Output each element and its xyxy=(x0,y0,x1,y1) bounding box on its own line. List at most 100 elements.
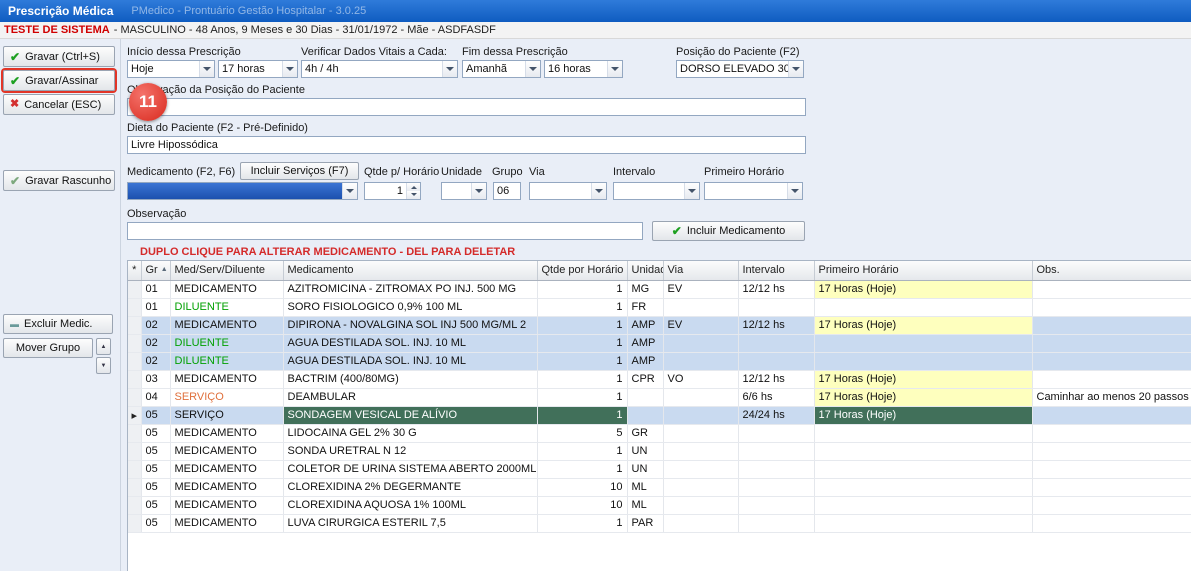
gravar-button[interactable]: ✔ Gravar (Ctrl+S) xyxy=(3,46,115,67)
medicamento-combo[interactable] xyxy=(127,182,358,200)
table-row[interactable]: 02DILUENTEAGUA DESTILADA SOL. INJ. 10 ML… xyxy=(128,352,1191,370)
table-row[interactable]: ▸05SERVIÇOSONDAGEM VESICAL DE ALÍVIO124/… xyxy=(128,406,1191,424)
cell-intervalo: 24/24 hs xyxy=(738,406,814,424)
table-row[interactable]: 05MEDICAMENTOSONDA URETRAL N 121UN xyxy=(128,442,1191,460)
gravar-assinar-label: Gravar/Assinar xyxy=(25,75,98,87)
cell-obs xyxy=(1032,478,1191,496)
cell-unidade: AMP xyxy=(627,352,663,370)
inicio-hora-combo[interactable]: 17 horas xyxy=(218,60,298,78)
via-label: Via xyxy=(529,166,545,178)
cell-qtde: 1 xyxy=(537,514,627,532)
cell-unidade: CPR xyxy=(627,370,663,388)
qtde-value: 1 xyxy=(365,183,406,199)
table-row[interactable]: 02DILUENTEAGUA DESTILADA SOL. INJ. 10 ML… xyxy=(128,334,1191,352)
cell-medicamento: SONDAGEM VESICAL DE ALÍVIO xyxy=(283,406,537,424)
mover-grupo-label: Mover Grupo xyxy=(16,342,80,354)
cell-unidade: AMP xyxy=(627,334,663,352)
intervalo-combo[interactable] xyxy=(613,182,700,200)
cell-obs xyxy=(1032,514,1191,532)
cell-primeiro-horario xyxy=(814,442,1032,460)
cell-tipo: MEDICAMENTO xyxy=(170,442,283,460)
cell-grupo: 05 xyxy=(141,442,170,460)
cell-via xyxy=(663,460,738,478)
cancelar-button[interactable]: ✖ Cancelar (ESC) xyxy=(3,94,115,115)
cell-qtde: 1 xyxy=(537,298,627,316)
fim-dia-combo[interactable]: Amanhã xyxy=(462,60,541,78)
obs-posicao-input[interactable] xyxy=(127,98,806,116)
dados-vitais-combo[interactable]: 4h / 4h xyxy=(301,60,458,78)
inicio-prescricao-label: Início dessa Prescrição xyxy=(127,46,241,58)
table-row[interactable]: 02MEDICAMENTODIPIRONA - NOVALGINA SOL IN… xyxy=(128,316,1191,334)
cell-intervalo xyxy=(738,496,814,514)
cell-via xyxy=(663,496,738,514)
cell-unidade: ML xyxy=(627,478,663,496)
posicao-paciente-value: DORSO ELEVADO 30 G xyxy=(677,61,788,77)
cell-primeiro-horario xyxy=(814,496,1032,514)
medicamento-value xyxy=(128,183,342,199)
table-row[interactable]: 01MEDICAMENTOAZITROMICINA - ZITROMAX PO … xyxy=(128,280,1191,298)
header-via[interactable]: Via xyxy=(663,261,738,280)
chevron-down-icon xyxy=(525,61,540,77)
cell-intervalo xyxy=(738,514,814,532)
incluir-servicos-button[interactable]: Incluir Serviços (F7) xyxy=(240,162,359,180)
table-row[interactable]: 05MEDICAMENTOLUVA CIRURGICA ESTERIL 7,51… xyxy=(128,514,1191,532)
row-indicator xyxy=(128,514,141,532)
cell-obs xyxy=(1032,280,1191,298)
cell-obs: Caminhar ao menos 20 passos xyxy=(1032,388,1191,406)
move-down-button[interactable]: ▼ xyxy=(96,357,111,374)
fim-hora-combo[interactable]: 16 horas xyxy=(544,60,623,78)
sort-asc-icon: ▲ xyxy=(161,266,168,273)
cell-primeiro-horario xyxy=(814,478,1032,496)
excluir-medic-button[interactable]: ▬ Excluir Medic. xyxy=(3,314,113,334)
qtde-stepper[interactable]: 1 xyxy=(364,182,421,200)
cell-tipo: MEDICAMENTO xyxy=(170,424,283,442)
stepper-down-icon[interactable] xyxy=(407,191,420,199)
cell-obs xyxy=(1032,334,1191,352)
gravar-rascunho-button[interactable]: ✔ Gravar Rascunho xyxy=(3,170,115,191)
table-row[interactable]: 05MEDICAMENTOCOLETOR DE URINA SISTEMA AB… xyxy=(128,460,1191,478)
cell-obs xyxy=(1032,370,1191,388)
header-primeiro-horario[interactable]: Primeiro Horário xyxy=(814,261,1032,280)
incluir-medicamento-button[interactable]: ✔ Incluir Medicamento xyxy=(652,221,805,241)
gravar-assinar-button[interactable]: ✔ Gravar/Assinar xyxy=(3,70,115,91)
table-row[interactable]: 04SERVIÇODEAMBULAR16/6 hs17 Horas (Hoje)… xyxy=(128,388,1191,406)
cell-via xyxy=(663,478,738,496)
cell-tipo: MEDICAMENTO xyxy=(170,514,283,532)
prescription-grid: * Gr▲ Med/Serv/Diluente Medicamento Qtde… xyxy=(127,260,1191,571)
table-row[interactable]: 03MEDICAMENTOBACTRIM (400/80MG)1CPRVO12/… xyxy=(128,370,1191,388)
primeiro-horario-combo[interactable] xyxy=(704,182,803,200)
header-unidade[interactable]: Unidade xyxy=(627,261,663,280)
grupo-input[interactable] xyxy=(493,182,521,200)
cell-unidade: FR xyxy=(627,298,663,316)
dieta-input[interactable] xyxy=(127,136,806,154)
cell-qtde: 10 xyxy=(537,478,627,496)
header-obs[interactable]: Obs. xyxy=(1032,261,1191,280)
unidade-label: Unidade xyxy=(441,166,482,178)
cell-obs xyxy=(1032,460,1191,478)
header-intervalo[interactable]: Intervalo xyxy=(738,261,814,280)
table-row[interactable]: 01DILUENTESORO FISIOLOGICO 0,9% 100 ML1F… xyxy=(128,298,1191,316)
intervalo-label: Intervalo xyxy=(613,166,655,178)
cell-unidade: AMP xyxy=(627,316,663,334)
cell-intervalo: 12/12 hs xyxy=(738,370,814,388)
header-medicamento[interactable]: Medicamento xyxy=(283,261,537,280)
observacao-input[interactable] xyxy=(127,222,643,240)
via-combo[interactable] xyxy=(529,182,607,200)
titlebar: Prescrição Médica PMedico - Prontuário G… xyxy=(0,0,1191,22)
move-up-button[interactable]: ▲ xyxy=(96,338,111,355)
primeiro-horario-label: Primeiro Horário xyxy=(704,166,784,178)
stepper-buttons[interactable] xyxy=(406,183,420,199)
header-qtde-por-horario[interactable]: Qtde por Horário xyxy=(537,261,627,280)
table-row[interactable]: 05MEDICAMENTOCLOREXIDINA AQUOSA 1% 100ML… xyxy=(128,496,1191,514)
header-gr[interactable]: Gr▲ xyxy=(141,261,170,280)
grid-warning-text: DUPLO CLIQUE PARA ALTERAR MEDICAMENTO - … xyxy=(140,246,515,258)
table-row[interactable]: 05MEDICAMENTOLIDOCAINA GEL 2% 30 G5GR xyxy=(128,424,1191,442)
cell-medicamento: SONDA URETRAL N 12 xyxy=(283,442,537,460)
stepper-up-icon[interactable] xyxy=(407,183,420,191)
table-row[interactable]: 05MEDICAMENTOCLOREXIDINA 2% DEGERMANTE10… xyxy=(128,478,1191,496)
unidade-combo[interactable] xyxy=(441,182,487,200)
mover-grupo-button[interactable]: Mover Grupo xyxy=(3,338,93,358)
posicao-paciente-combo[interactable]: DORSO ELEVADO 30 G xyxy=(676,60,804,78)
inicio-dia-combo[interactable]: Hoje xyxy=(127,60,215,78)
header-med-serv-diluente[interactable]: Med/Serv/Diluente xyxy=(170,261,283,280)
